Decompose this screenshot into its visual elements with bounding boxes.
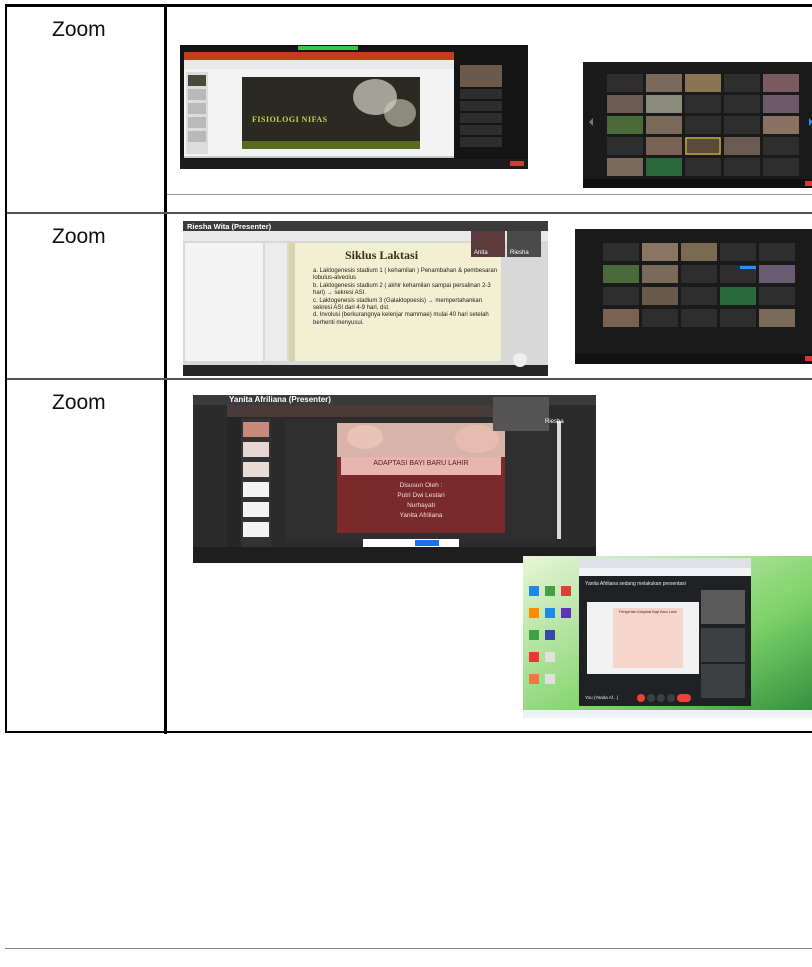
presenter-label: Yanita Afriliana (Presenter): [229, 395, 331, 404]
table-row: Zoom: [7, 378, 812, 734]
slide-bullet: b. Laktogenesis stadium 2 ( akhir kehami…: [313, 282, 491, 297]
slide-line: Nurhayati: [407, 502, 435, 509]
page-footer-line: [5, 948, 812, 949]
platform-label-cell: Zoom: [7, 214, 167, 378]
video-tile-name: Riesha: [545, 419, 564, 425]
platform-label-cell: Zoom: [7, 380, 167, 734]
zoom-screenshot-gallery: [575, 229, 812, 364]
video-tile: Riesha: [507, 231, 541, 257]
meet-screenshot: Yanita Afriliana sedang melakukan presen…: [523, 556, 812, 718]
video-tile-name: Anita: [474, 250, 488, 256]
slide-bullet: a. Laktogenesis stadium 1 ( kehamilan ) …: [313, 268, 498, 282]
video-tile-name: Riesha: [510, 250, 529, 256]
table-row: Zoom: [7, 7, 812, 212]
presenter-label: Riesha Wita (Presenter): [187, 222, 272, 231]
slide-bullet: c. Laktogenesis stadium 3 (Galaktopoesis…: [313, 297, 483, 312]
zoom-screenshot-adaptasi: Yanita Afriliana (Presenter) ADAPTASI BA…: [193, 395, 596, 563]
row-divider: [167, 194, 812, 195]
slide-title: FISIOLOGI NIFAS: [252, 115, 328, 124]
slide-line: Yanita Afriliana: [399, 512, 443, 519]
zoom-screenshot-siklus-laktasi: Riesha Wita (Presenter) Siklus Laktasi a…: [183, 221, 548, 376]
slide-bullet: d. Involusi (berkurangnya kelenjar mamma…: [313, 312, 489, 326]
slide-line: Putri Dwi Lestari: [397, 492, 445, 499]
platform-label: Zoom: [52, 18, 106, 41]
table-row: Zoom Riesha Wita (Presenter) Siklus Lakt…: [7, 212, 812, 378]
video-tile: Anita: [471, 231, 505, 257]
meet-call-user: You (Yanita Af...): [585, 695, 619, 700]
meet-slide-caption: Pengertian Adaptasi Bayi Baru Lahir: [619, 610, 677, 614]
zoom-documentation-table: Zoom FISIOLOGI NIFAS Zoom Riesha Wita (P…: [5, 4, 812, 734]
zoom-screenshot-gallery: [583, 62, 812, 188]
platform-label-cell: Zoom: [7, 7, 167, 212]
zoom-screenshot-powerpoint: FISIOLOGI NIFAS: [180, 45, 528, 169]
slide-title: ADAPTASI BAYI BARU LAHIR: [373, 460, 469, 467]
slide-authors: Disusun Oleh : Putri Dwi Lestari Nurhaya…: [341, 481, 501, 521]
slide-line: Disusun Oleh :: [399, 482, 443, 489]
slide-bullets: a. Laktogenesis stadium 1 ( kehamilan ) …: [313, 268, 498, 327]
slide-title: Siklus Laktasi: [345, 248, 419, 262]
platform-label: Zoom: [52, 391, 106, 414]
meet-banner: Yanita Afriliana sedang melakukan presen…: [585, 581, 686, 587]
platform-label: Zoom: [52, 225, 106, 248]
